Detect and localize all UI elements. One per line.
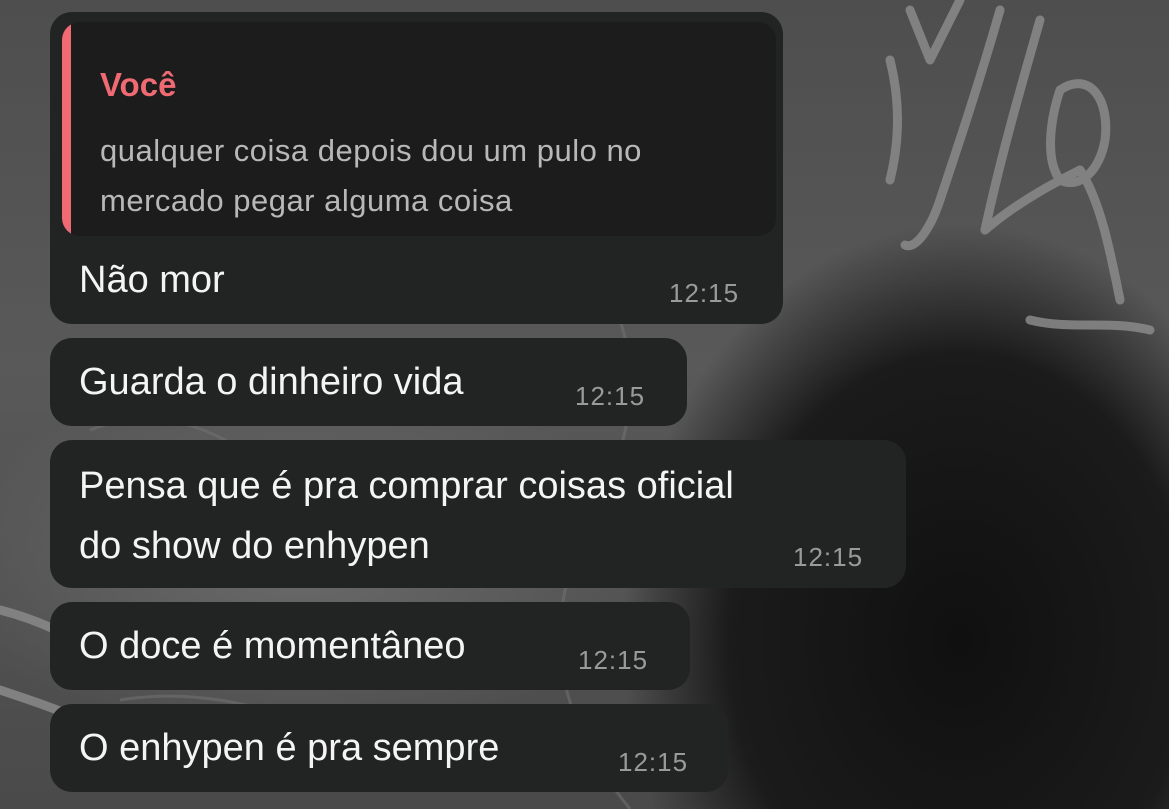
message-time: 12:15 [793, 542, 864, 572]
message-text: O enhypen é pra sempre [79, 727, 500, 769]
message-bubble[interactable]: O doce é momentâneo 12:15 [50, 602, 690, 690]
message-text-line-1: Pensa que é pra comprar coisas oficial [79, 465, 734, 507]
message-text: Não mor [79, 259, 225, 301]
reply-accent-bar [62, 22, 71, 236]
message-bubble[interactable]: Guarda o dinheiro vida 12:15 [50, 338, 687, 426]
quoted-reply[interactable]: Você qualquer coisa depois dou um pulo n… [62, 22, 776, 236]
message-time: 12:15 [618, 747, 689, 777]
message-bubble[interactable]: Pensa que é pra comprar coisas oficial d… [50, 440, 906, 588]
message-time: 12:15 [669, 278, 740, 308]
message-time: 12:15 [578, 645, 649, 675]
message-bubble-reply[interactable]: Você qualquer coisa depois dou um pulo n… [50, 12, 783, 324]
reply-author: Você [100, 66, 177, 103]
message-text: Guarda o dinheiro vida [79, 361, 464, 403]
reply-text: qualquer coisa depois dou um pulo no mer… [100, 133, 642, 218]
message-time: 12:15 [575, 381, 646, 411]
message-text: O doce é momentâneo [79, 625, 466, 667]
message-text-line-2: do show do enhypen [79, 525, 430, 567]
message-bubble[interactable]: O enhypen é pra sempre 12:15 [50, 704, 728, 792]
